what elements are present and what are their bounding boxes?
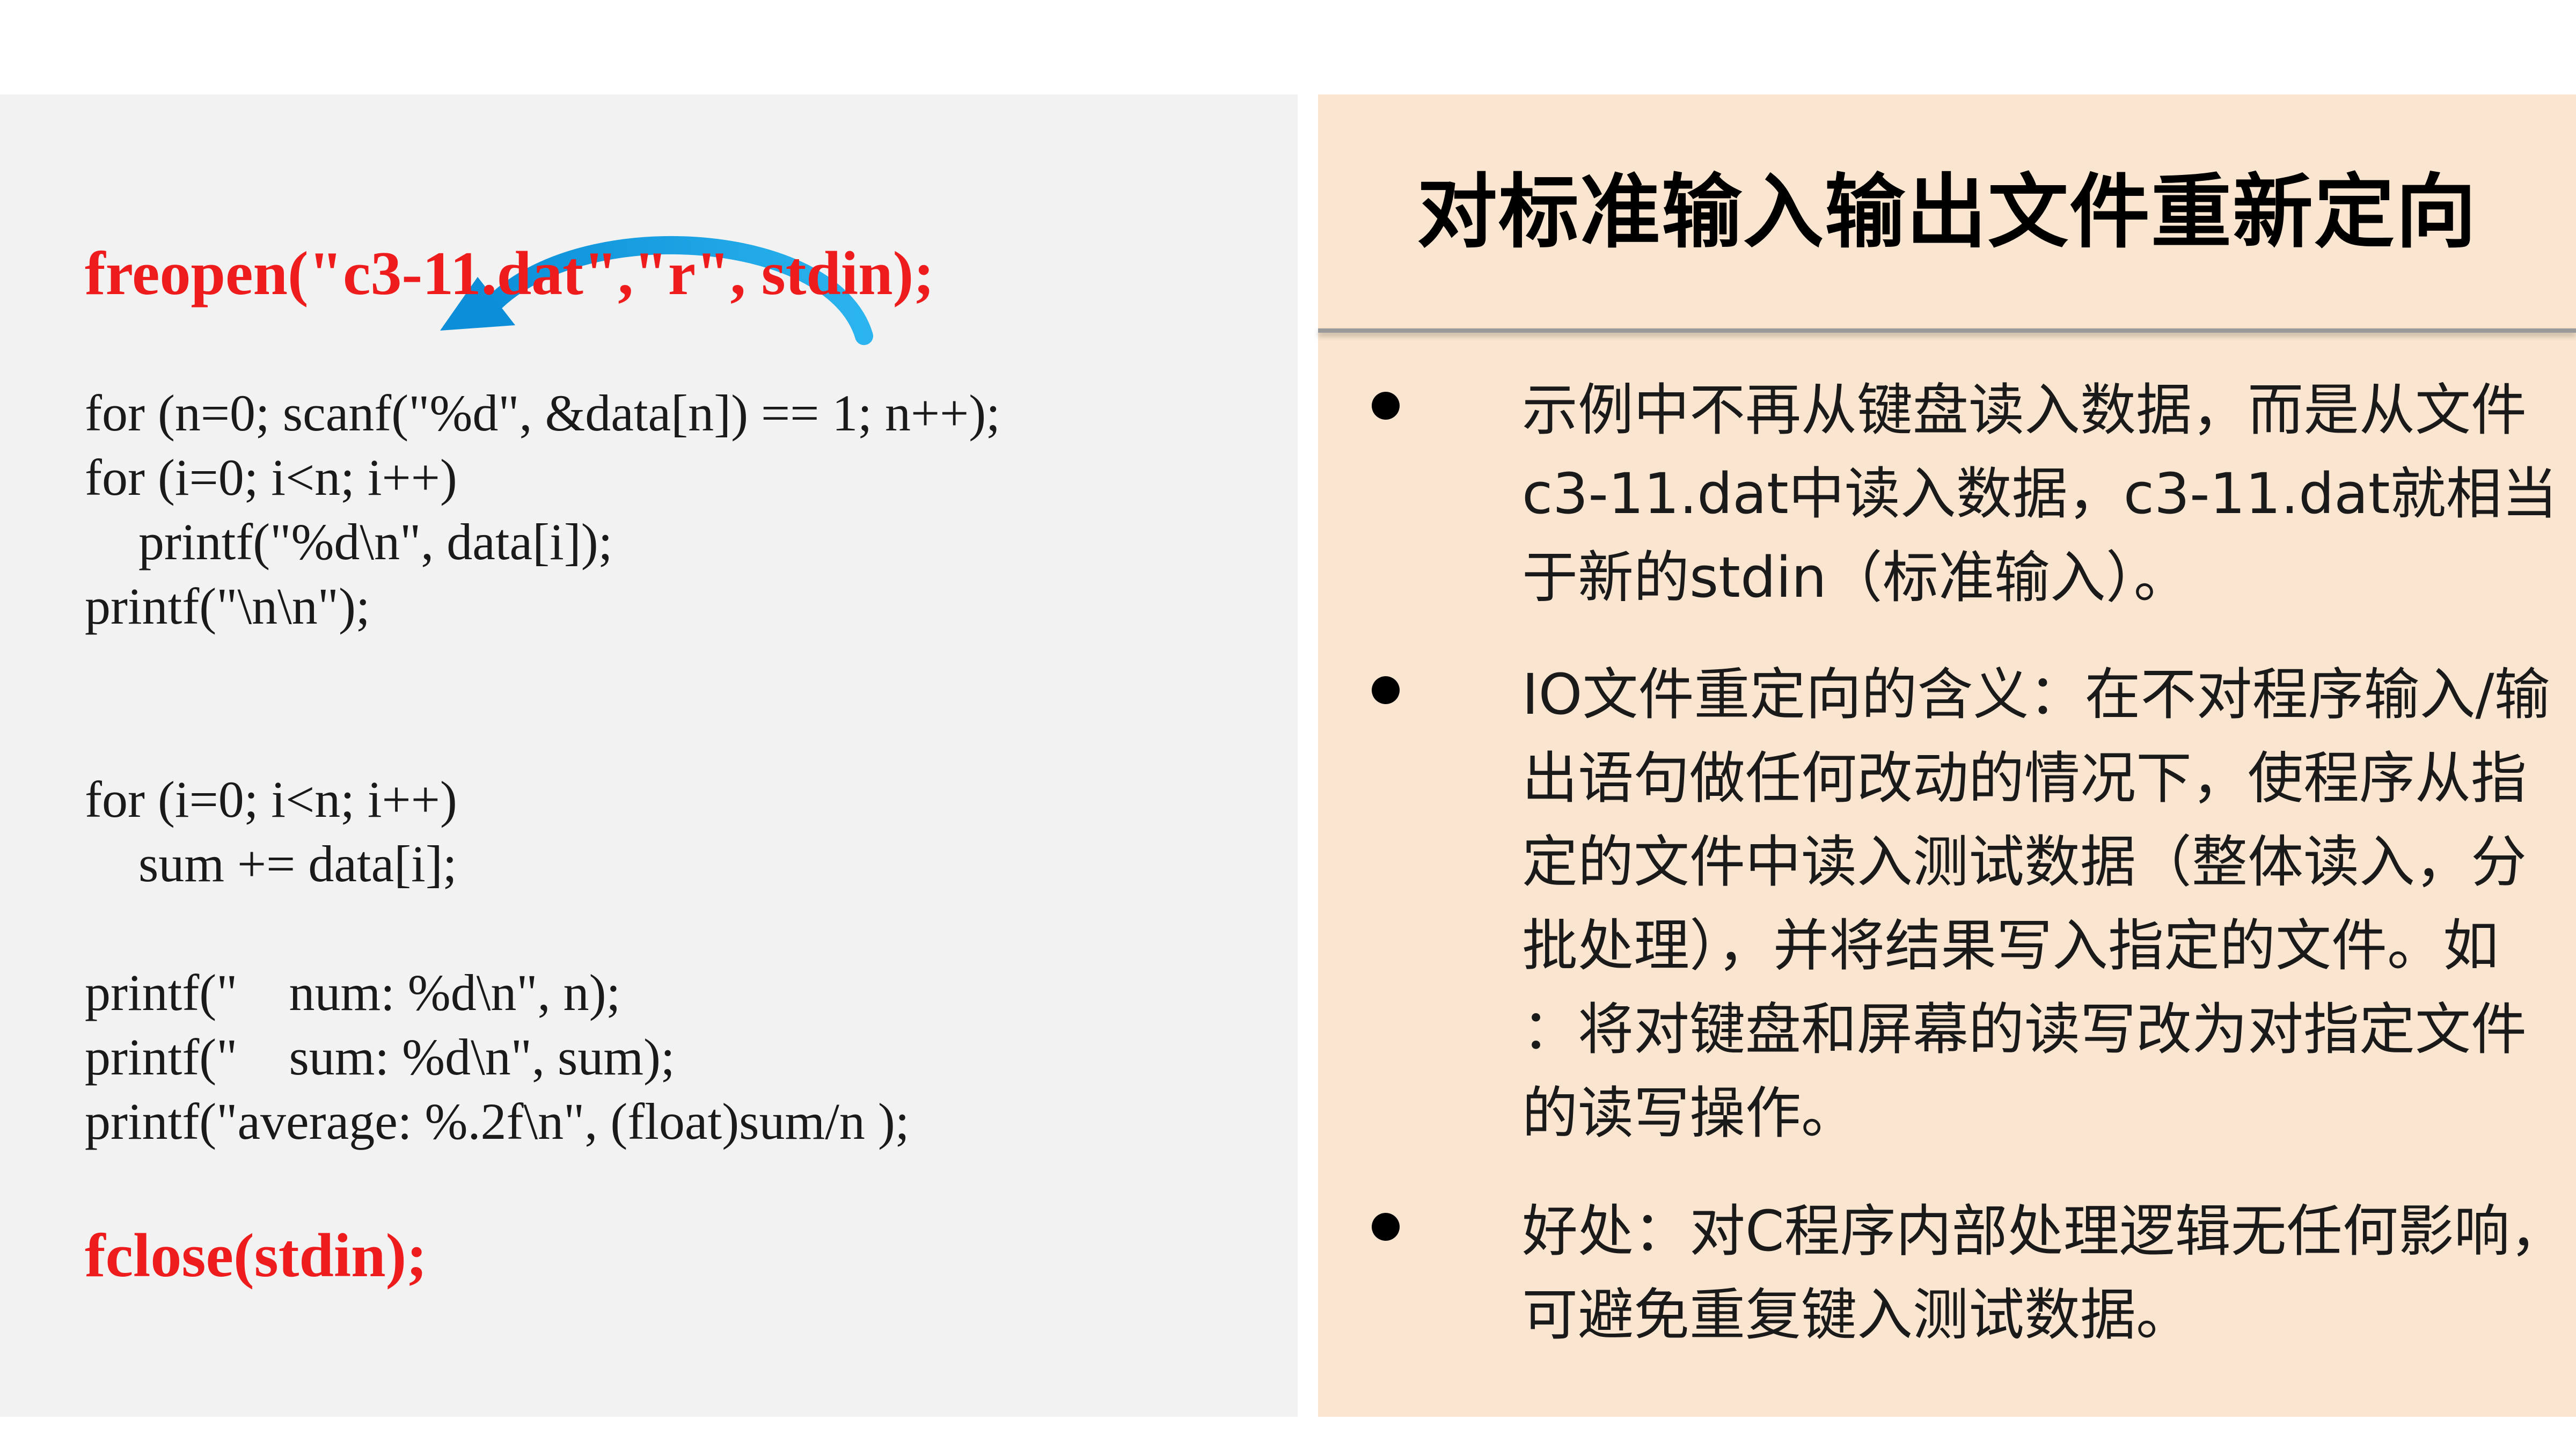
bullet-text-line: 的读写操作。 <box>1522 1080 1857 1146</box>
code-line-printf-average: printf("average: %.2f\n", (float)sum/n )… <box>85 1093 910 1150</box>
bullet-text-line: 示例中不再从键盘读入数据，而是从文件 <box>1522 377 2527 443</box>
bullet-item: 好处：对C程序内部处理逻辑无任何影响， 可避免重复键入测试数据。 <box>1372 1189 2566 1357</box>
bullet-item: 示例中不再从键盘读入数据，而是从文件 c3-11.dat中读入数据，c3-11.… <box>1372 368 2558 619</box>
code-line-printf-data: printf("%d\n", data[i]); <box>138 513 613 570</box>
code-line-sum-loop: for (i=0; i<n; i++) <box>85 771 457 828</box>
bullet-text-line: 定的文件中读入测试数据（整体读入，分 <box>1522 829 2527 895</box>
explanation-panel: 对标准输入输出文件重新定向 示例中不再从键盘读入数据，而是从文件 c3-11.d… <box>1318 94 2576 1417</box>
bullet-dot-icon <box>1372 392 1400 420</box>
bullet-text-line: 好处：对C程序内部处理逻辑无任何影响， <box>1522 1198 2566 1264</box>
bullet-text-line: 出语句做任何改动的情况下，使程序从指 <box>1522 745 2527 811</box>
panel-title: 对标准输入输出文件重新定向 <box>1416 166 2477 259</box>
bullet-text-line: 可避免重复键入测试数据。 <box>1522 1282 2192 1348</box>
bullet-text-line: ：将对键盘和屏幕的读写改为对指定文件 <box>1522 997 2527 1062</box>
bullet-dot-icon <box>1372 1213 1400 1241</box>
fclose-line: fclose(stdin); <box>85 1221 427 1290</box>
bullet-text-line: c3-11.dat中读入数据，c3-11.dat就相当 <box>1522 461 2558 526</box>
bullet-text-line: IO文件重定向的含义：在不对程序输入/输 <box>1522 662 2550 727</box>
bullet-item: IO文件重定向的含义：在不对程序输入/输 出语句做任何改动的情况下，使程序从指 … <box>1372 653 2550 1155</box>
code-line-sum-add: sum += data[i]; <box>138 835 457 892</box>
code-line-print-loop: for (i=0; i<n; i++) <box>85 449 457 506</box>
code-line-printf-num: printf(" num: %d\n", n); <box>85 964 621 1021</box>
bullet-dot-icon <box>1372 676 1400 704</box>
code-line-printf-newlines: printf("\n\n"); <box>85 577 370 635</box>
title-divider <box>1318 328 2576 333</box>
code-line-scanf-loop: for (n=0; scanf("%d", &data[n]) == 1; n+… <box>85 384 1000 442</box>
title-area: 对标准输入输出文件重新定向 <box>1318 94 2576 330</box>
bullet-text-line: 于新的stdin（标准输入）。 <box>1522 545 2190 610</box>
bullet-text-line: 批处理），并将结果写入指定的文件。如 <box>1522 913 2499 978</box>
code-line-printf-sum: printf(" sum: %d\n", sum); <box>85 1028 675 1086</box>
freopen-line: freopen("c3-11.dat","r", stdin); <box>85 239 934 308</box>
